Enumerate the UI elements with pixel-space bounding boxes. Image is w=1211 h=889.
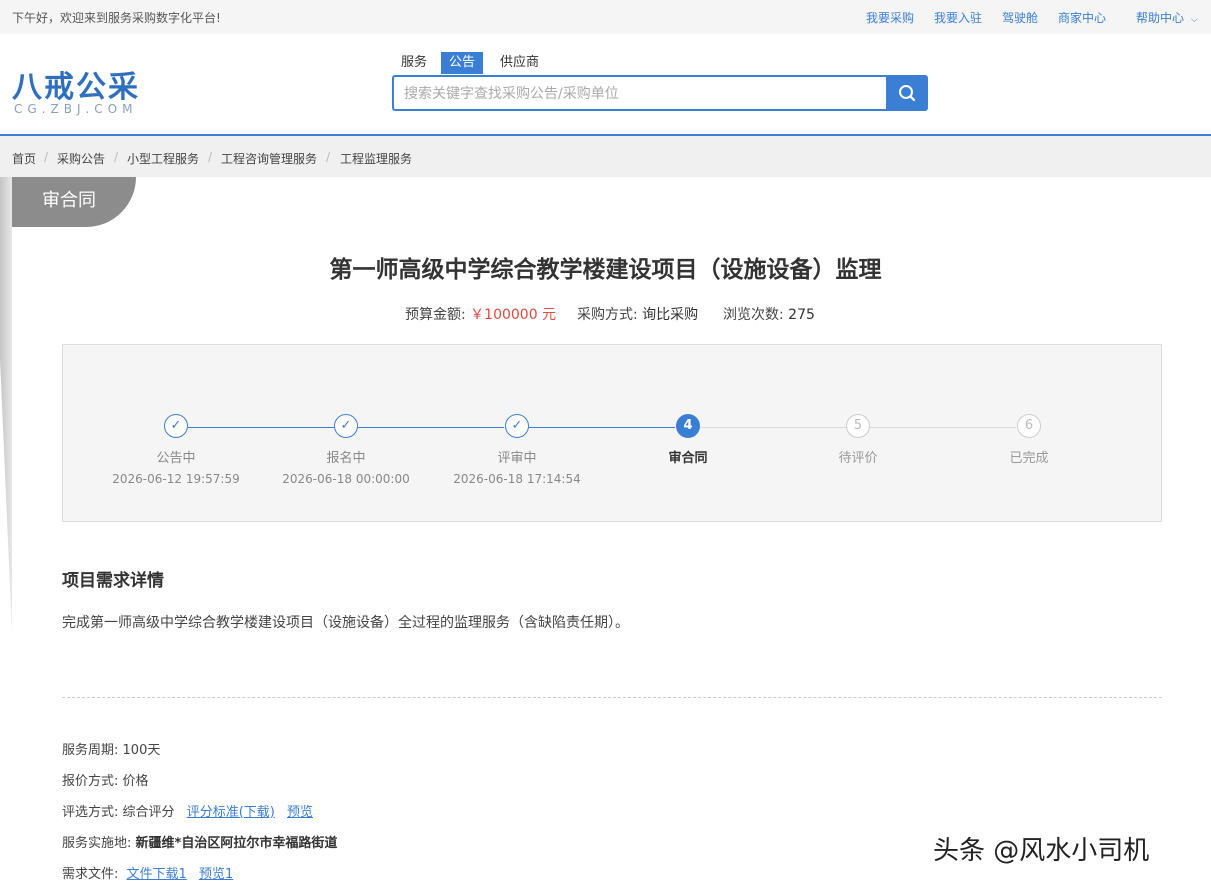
purchase-method: 采购方式: 询比采购 <box>577 304 698 324</box>
header: 八戒公采 CG.ZBJ.COM 服务 公告 供应商 搜索关键字查找采购公告/采购… <box>0 34 1211 136</box>
evaluation-method: 评选方式: 综合评分 评分标准(下载) 预览 <box>62 801 313 820</box>
project-title: 第一师高级中学综合教学楼建设项目（设施设备）监理 <box>329 257 882 283</box>
views-label: 浏览次数: <box>723 307 784 323</box>
budget-label: 预算金额: <box>405 307 466 323</box>
logo-wordmark: 八戒公采 <box>12 70 140 105</box>
link-merchant-center[interactable]: 商家中心 <box>1058 9 1106 26</box>
view-count: 浏览次数: 275 <box>723 304 815 324</box>
location-label: 服务实施地: <box>62 836 132 851</box>
location-value: 新疆维*自治区阿拉尔市幸福路街道 <box>135 836 338 851</box>
step-name: 公告中 <box>156 451 196 466</box>
search-input[interactable]: 搜索关键字查找采购公告/采购单位 <box>392 75 886 111</box>
breadcrumb: 首页 / 采购公告 / 小型工程服务 / 工程咨询管理服务 / 工程监理服务 <box>0 136 1211 177</box>
check-icon: ✓ <box>505 414 529 438</box>
breadcrumb-supervision[interactable]: 工程监理服务 <box>340 150 412 167</box>
project-description: 完成第一师高级中学综合教学楼建设项目（设施设备）全过程的监理服务（含缺陷责任期）… <box>62 615 629 631</box>
breadcrumb-small-projects[interactable]: 小型工程服务 <box>127 150 199 167</box>
greeting-text: 下午好，欢迎来到服务采购数字化平台! <box>12 11 221 25</box>
status-ribbon-tail <box>0 177 12 632</box>
status-ribbon: 审合同 <box>12 177 136 227</box>
breadcrumb-consulting[interactable]: 工程咨询管理服务 <box>221 150 317 167</box>
divider <box>62 697 1162 698</box>
quote-value: 价格 <box>122 774 149 789</box>
section-title: 项目需求详情 <box>62 571 164 591</box>
watermark: 头条 @风水小司机 <box>933 836 1150 866</box>
search-icon <box>899 85 916 102</box>
views-value: 275 <box>788 307 815 323</box>
service-period-value: 100天 <box>122 743 161 758</box>
files-label: 需求文件: <box>62 867 119 882</box>
link-cockpit[interactable]: 驾驶舱 <box>1002 9 1038 26</box>
breadcrumb-separator: / <box>326 150 331 164</box>
service-period-label: 服务周期: <box>62 743 119 758</box>
breadcrumb-separator: / <box>208 150 213 164</box>
tab-services[interactable]: 服务 <box>401 52 427 74</box>
file-download-link[interactable]: 文件下载1 <box>127 867 187 882</box>
budget-value: ￥100000 元 <box>470 307 557 323</box>
breadcrumb-announcements[interactable]: 采购公告 <box>57 150 105 167</box>
link-i-want-purchase[interactable]: 我要采购 <box>866 9 914 26</box>
step-name: 审合同 <box>668 451 708 466</box>
method-label: 采购方式: <box>577 307 638 323</box>
check-icon: ✓ <box>334 414 358 438</box>
search-button[interactable] <box>886 75 928 111</box>
tab-announcements[interactable]: 公告 <box>441 52 484 74</box>
step-number: 4 <box>676 414 700 438</box>
logo-domain: CG.ZBJ.COM <box>14 102 138 116</box>
quote-method: 报价方式: 价格 <box>62 770 149 789</box>
file-preview-link[interactable]: 预览1 <box>199 867 233 882</box>
step-name: 待评价 <box>838 451 878 466</box>
tab-suppliers[interactable]: 供应商 <box>500 52 539 74</box>
site-logo[interactable]: 八戒公采 CG.ZBJ.COM <box>12 62 152 116</box>
step-pending-evaluation: 5 待评价 <box>773 414 943 466</box>
link-i-want-join[interactable]: 我要入驻 <box>934 9 982 26</box>
help-center-label: 帮助中心 <box>1136 11 1185 25</box>
eval-label: 评选方式: <box>62 805 119 820</box>
requirement-files: 需求文件: 文件下载1 预览1 <box>62 863 233 882</box>
quote-label: 报价方式: <box>62 774 119 789</box>
breadcrumb-home[interactable]: 首页 <box>12 150 36 167</box>
check-icon: ✓ <box>164 414 188 438</box>
eval-value: 综合评分 <box>122 805 175 820</box>
step-reviewing: ✓ 评审中 2026-06-18 17:14:54 <box>432 414 602 486</box>
step-number: 6 <box>1017 414 1041 438</box>
service-location: 服务实施地: 新疆维*自治区阿拉尔市幸福路街道 <box>62 832 337 851</box>
breadcrumb-separator: / <box>44 150 49 164</box>
service-period: 服务周期: 100天 <box>62 739 160 758</box>
step-completed: 6 已完成 <box>944 414 1114 466</box>
chevron-down-icon: ⌵ <box>1190 15 1198 25</box>
step-time: 2026-06-12 19:57:59 <box>112 472 240 486</box>
top-bar: 下午好，欢迎来到服务采购数字化平台! 我要采购 我要入驻 驾驶舱 商家中心 帮助… <box>0 0 1211 34</box>
budget: 预算金额: ￥100000 元 <box>405 304 556 324</box>
step-number: 5 <box>846 414 870 438</box>
step-name: 报名中 <box>326 451 366 466</box>
step-announcing: ✓ 公告中 2026-06-12 19:57:59 <box>91 414 261 486</box>
help-center-menu[interactable]: 帮助中心 ⌵ <box>1136 9 1198 26</box>
scoring-criteria-preview-link[interactable]: 预览 <box>287 805 313 820</box>
step-contract-review: 4 审合同 <box>603 414 773 466</box>
breadcrumb-separator: / <box>114 150 119 164</box>
step-name: 评审中 <box>497 451 537 466</box>
scoring-criteria-download-link[interactable]: 评分标准(下载) <box>187 805 275 820</box>
step-time: 2026-06-18 17:14:54 <box>453 472 581 486</box>
step-name: 已完成 <box>1009 451 1049 466</box>
method-value: 询比采购 <box>642 307 699 323</box>
step-registering: ✓ 报名中 2026-06-18 00:00:00 <box>261 414 431 486</box>
step-time: 2026-06-18 00:00:00 <box>282 472 410 486</box>
